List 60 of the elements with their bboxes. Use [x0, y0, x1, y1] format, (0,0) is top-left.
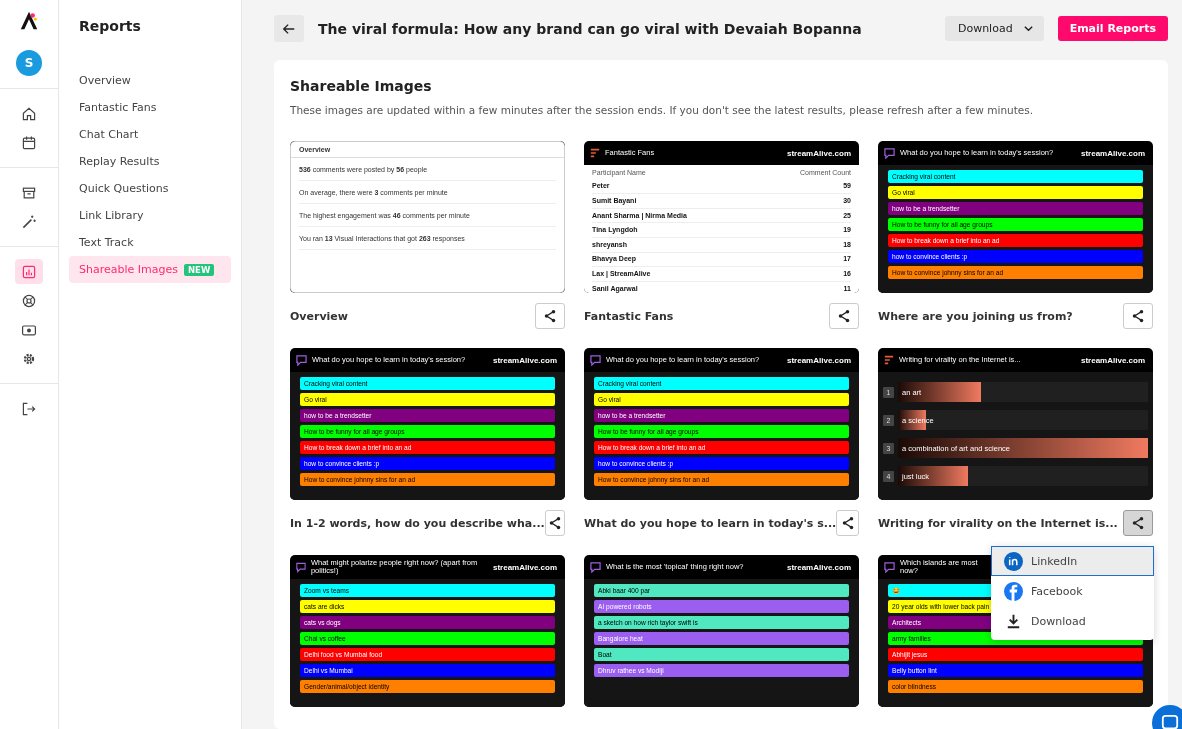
- logo-icon[interactable]: [18, 10, 40, 32]
- brand-logo: streamAlive.com: [786, 562, 851, 572]
- chat-icon: [884, 147, 895, 159]
- share-button[interactable]: [1123, 510, 1153, 536]
- share-button[interactable]: [829, 303, 859, 329]
- chat-icon: [590, 561, 601, 573]
- chat-icon: [884, 561, 895, 573]
- share-icon: [543, 309, 557, 323]
- menu-item[interactable]: LinkedIn: [991, 546, 1154, 576]
- sidebar-item[interactable]: Replay Results: [69, 148, 231, 175]
- bars-icon: [884, 355, 894, 365]
- menu-item[interactable]: Download: [991, 606, 1154, 636]
- image-label: Where are you joining us from?: [878, 309, 1073, 323]
- share-button[interactable]: [544, 510, 565, 536]
- sidebar-title: Reports: [79, 18, 142, 34]
- chat-icon: [296, 354, 307, 366]
- brand-logo: streamAlive.com: [786, 355, 851, 365]
- brand-logo: streamAlive.com: [786, 148, 851, 158]
- share-icon: [1131, 309, 1145, 323]
- report-image[interactable]: [878, 141, 1153, 293]
- share-icon: [837, 309, 851, 323]
- brand-logo: streamAlive.com: [492, 355, 557, 365]
- chat-icon: [296, 561, 306, 573]
- image-label: What do you hope to learn in today's s...: [584, 516, 837, 530]
- page-title: The viral formula: How any brand can go viral with Devaiah Bopanna: [318, 20, 863, 37]
- caret-icon: [1022, 23, 1034, 34]
- report-image[interactable]: [290, 555, 565, 707]
- back-arrow-icon: [282, 21, 296, 36]
- sidebar-item[interactable]: Overview: [69, 67, 231, 94]
- back-button[interactable]: [274, 15, 304, 42]
- download-dropdown[interactable]: Download: [944, 16, 1044, 41]
- sidebar-item[interactable]: Text Track: [69, 229, 231, 256]
- menu-item[interactable]: Facebook: [991, 576, 1154, 606]
- linkedin-icon: [1004, 551, 1023, 571]
- share-icon: [1131, 516, 1145, 530]
- section-title: Shareable Images: [290, 78, 433, 94]
- image-label: Fantastic Fans: [584, 309, 674, 323]
- share-icon: [840, 516, 855, 530]
- image-label: Overview: [290, 309, 348, 323]
- sidebar-item[interactable]: Quick Questions: [69, 175, 231, 202]
- share-icon: [547, 516, 562, 530]
- share-button[interactable]: [535, 303, 565, 329]
- chat-icon: [590, 354, 601, 366]
- brand-logo: streamAlive.com: [1080, 148, 1145, 158]
- bars-icon: [590, 148, 600, 158]
- new-badge: NEW: [183, 263, 215, 276]
- sidebar-item[interactable]: Link Library: [69, 202, 231, 229]
- image-label: Writing for virality on the Internet is...: [878, 516, 1118, 530]
- section-description: These images are updated within a few minutes after the session ends. If you don't see the latest results, please refresh after a few minutes.: [290, 104, 1035, 116]
- report-image[interactable]: [584, 348, 859, 500]
- email-reports-button[interactable]: Email Reports: [1057, 16, 1168, 41]
- sidebar-item[interactable]: Chat Chart: [69, 121, 231, 148]
- sidebar-item[interactable]: Fantastic Fans: [69, 94, 231, 121]
- share-button[interactable]: [836, 510, 859, 536]
- facebook-icon: [1004, 581, 1023, 601]
- report-image[interactable]: [290, 348, 565, 500]
- image-label: In 1-2 words, how do you describe wha...: [290, 516, 545, 530]
- brand-logo: streamAlive.com: [492, 562, 557, 572]
- share-button[interactable]: [1123, 303, 1153, 329]
- brand-logo: streamAlive.com: [1080, 355, 1145, 365]
